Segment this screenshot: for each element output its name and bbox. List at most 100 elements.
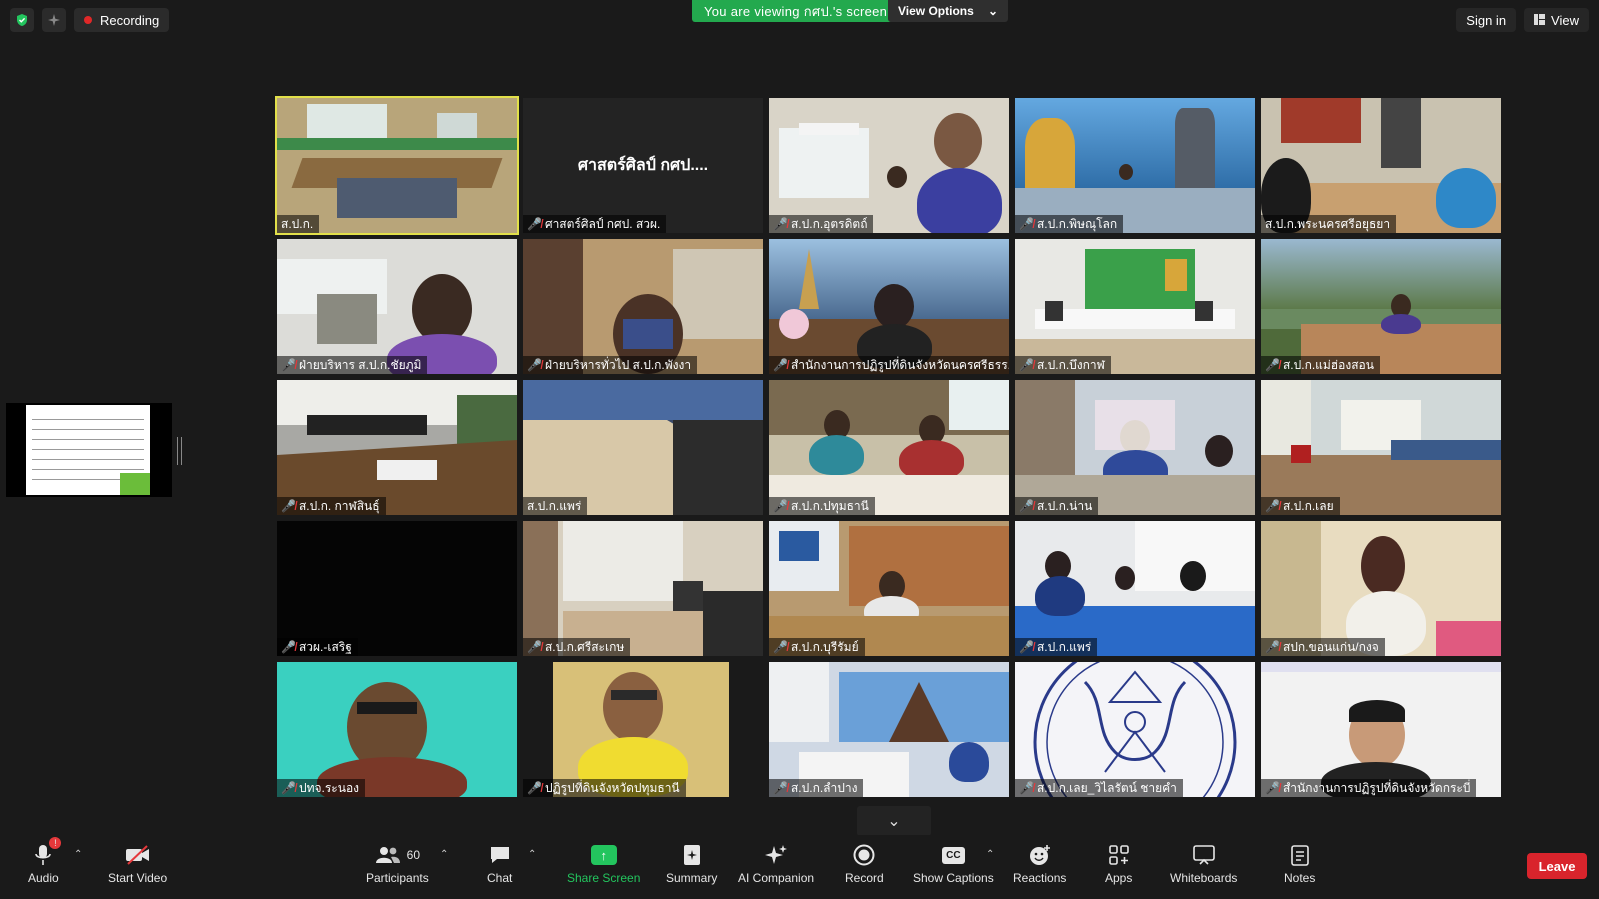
video-tile[interactable]: 🎤̸ ส.ป.ก.เลย [1261,380,1501,515]
participant-name-tag: 🎤̸ ส.ป.ก.ลำปาง [769,779,864,797]
summary-button[interactable]: Summary [666,841,717,885]
participant-name-tag: ส.ป.ก.แพร่ [523,497,588,515]
participant-name-tag: 🎤̸ ส.ป.ก.ปทุมธานี [769,497,875,515]
video-tile[interactable]: 🎤̸ ส.ป.ก.ศรีสะเกษ [523,521,763,656]
participant-name: ส.ป.ก.ศรีสะเกษ [544,639,625,654]
participant-name-tag: 🎤̸ ส.ป.ก.แพร่ [1015,638,1098,656]
participant-name: ส.ป.ก.พิษณุโลก [1036,216,1118,231]
video-tile[interactable]: 🎤̸ สำนักงานการปฏิรูปที่ดินจังหวัดนครศรีธ… [769,239,1009,374]
whiteboards-button[interactable]: Whiteboards [1170,841,1237,885]
participant-name-tag: 🎤̸ สปก.ขอนแก่น/กงจ [1261,638,1385,656]
record-label: Record [845,871,884,885]
ai-companion-label: AI Companion [738,871,815,885]
video-tile[interactable]: 🎤̸ ส.ป.ก.ลำปาง [769,662,1009,797]
video-tile[interactable]: 🎤̸ ส.ป.ก.บุรีรัมย์ [769,521,1009,656]
video-off-icon [125,841,151,869]
video-tile[interactable]: ศาสตร์ศิลป์ กศป.... 🎤̸ ศาสตร์ศิลป์ กศป. … [523,98,763,233]
scroll-down-button[interactable]: ⌄ [857,806,931,836]
shared-document-preview [26,405,150,495]
reactions-label: Reactions [1013,871,1067,885]
viewing-screen-banner: You are viewing กศป.'s screen [692,0,900,22]
resize-handle[interactable] [177,437,182,465]
video-tile[interactable]: 🎤̸ ส.ป.ก.อุตรดิตถ์ [769,98,1009,233]
participants-button[interactable]: 60 Participants [366,841,429,885]
participant-name: ส.ป.ก.แม่ฮ่องสอน [1282,357,1374,372]
mic-muted-icon: 🎤̸ [773,217,788,231]
apps-button[interactable]: Apps [1105,841,1132,885]
video-tile[interactable]: 🎤̸ ส.ป.ก. กาฬสินธุ์ [277,380,517,515]
participant-name-tag: 🎤̸ สวผ.-เสริฐ [277,638,358,656]
leave-button[interactable]: Leave [1527,853,1587,879]
participant-name-tag: 🎤̸ ส.ป.ก.แม่ฮ่องสอน [1261,356,1380,374]
view-button[interactable]: View [1524,8,1589,32]
chat-caret-icon[interactable]: ⌃ [528,849,536,860]
ai-companion-button[interactable]: AI Companion [738,841,814,885]
participant-name: ส.ป.ก.บุรีรัมย์ [790,639,859,654]
participant-name-tag: 🎤̸ ส.ป.ก.อุตรดิตถ์ [769,215,874,233]
video-tile[interactable]: ส.ป.ก.แพร่ [523,380,763,515]
reactions-button[interactable]: Reactions [1013,841,1066,885]
video-tile[interactable]: 🎤̸ ส.ป.ก.ปทุมธานี [769,380,1009,515]
shared-screen-thumbnail[interactable] [6,403,172,497]
participant-name-tag: ส.ป.ก.พระนครศรีอยุธยา [1261,215,1397,233]
captions-caret-icon[interactable]: ⌃ [986,849,994,860]
participant-name-tag: 🎤̸ สำนักงานการปฏิรูปที่ดินจังหวัดกระบี่ [1261,779,1477,797]
mic-muted-icon: 🎤̸ [1265,781,1280,795]
participant-name-tag: 🎤̸ ฝ่ายบริหารทั่วไป ส.ป.ก.พังงา [523,356,698,374]
video-tile[interactable]: 🎤̸ ปทจ.ระนอง [277,662,517,797]
show-captions-button[interactable]: CC Show Captions [913,841,994,885]
video-tile[interactable]: 🎤̸ ส.ป.ก.บึงกาฬ [1015,239,1255,374]
security-shield-icon[interactable] [10,8,34,32]
video-tile[interactable]: 🎤̸ ส.ป.ก.แม่ฮ่องสอน [1261,239,1501,374]
view-options-label: View Options [898,4,974,18]
video-tile[interactable]: 🎤̸ ปฏิรูปที่ดินจังหวัดปทุมธานี [523,662,763,797]
grid-view-icon [1534,13,1546,28]
participant-name: ฝ่ายบริหารทั่วไป ส.ป.ก.พังงา [544,357,692,372]
video-tile[interactable]: 🎤̸ ฝ่ายบริหาร ส.ป.ก.ชัยภูมิ [277,239,517,374]
video-tile[interactable]: 🎤̸ ส.ป.ก.น่าน [1015,380,1255,515]
view-options-button[interactable]: View Options ⌄ [888,0,1008,22]
notes-button[interactable]: Notes [1284,841,1315,885]
mic-muted-icon: 🎤̸ [527,640,542,654]
mic-muted-icon: 🎤̸ [773,358,788,372]
video-tile[interactable]: 🎤̸ สปก.ขอนแก่น/กงจ [1261,521,1501,656]
participants-count: 60 [406,848,421,862]
video-tile[interactable]: 🎤̸ สวผ.-เสริฐ [277,521,517,656]
summary-label: Summary [666,871,718,885]
participant-name: ปฏิรูปที่ดินจังหวัดปทุมธานี [544,780,680,795]
chevron-down-icon: ⌄ [987,4,998,18]
participant-name-tag: 🎤̸ สำนักงานการปฏิรูปที่ดินจังหวัดนครศรีธ… [769,356,1009,374]
notes-icon [1290,841,1309,869]
participant-name: สปก.ขอนแก่น/กงจ [1282,639,1379,654]
share-screen-label: Share Screen [567,871,641,885]
participant-name-tag: 🎤̸ ส.ป.ก.เลย_วิไลรัตน์ ชายคำ [1015,779,1183,797]
video-tile[interactable]: 🎤̸ ส.ป.ก.เลย_วิไลรัตน์ ชายคำ [1015,662,1255,797]
participants-icon: 60 [375,841,420,869]
notes-label: Notes [1284,871,1316,885]
share-screen-button[interactable]: ↑ Share Screen [567,841,640,885]
participant-display-name: ศาสตร์ศิลป์ กศป.... [577,157,709,174]
chat-button[interactable]: Chat [487,841,512,885]
start-video-button[interactable]: Start Video [108,841,167,885]
recording-indicator[interactable]: Recording [74,8,170,32]
sparkle-icon[interactable] [42,8,66,32]
video-tile[interactable]: ส.ป.ก.พระนครศรีอยุธยา [1261,98,1501,233]
record-button[interactable]: Record [845,841,884,885]
video-tile[interactable]: 🎤̸ ส.ป.ก.พิษณุโลก [1015,98,1255,233]
mic-muted-icon: 🎤̸ [1265,499,1280,513]
participants-caret-icon[interactable]: ⌃ [440,849,448,860]
participant-name: ส.ป.ก.เลย_วิไลรัตน์ ชายคำ [1036,780,1177,795]
sign-in-button[interactable]: Sign in [1456,8,1517,32]
top-left-controls: Recording [10,8,170,32]
video-tile[interactable]: ส.ป.ก. [275,96,519,235]
audio-button[interactable]: ! Audio [28,837,62,885]
audio-options-caret-icon[interactable]: ⌃ [74,849,82,860]
participant-name-tag: 🎤̸ ส.ป.ก.บุรีรัมย์ [769,638,865,656]
mic-muted-icon: 🎤̸ [527,217,542,231]
mic-muted-icon: 🎤̸ [773,781,788,795]
mic-muted-icon: 🎤̸ [1019,499,1034,513]
video-tile[interactable]: 🎤̸ ส.ป.ก.แพร่ [1015,521,1255,656]
mic-muted-icon: 🎤̸ [281,499,296,513]
video-tile[interactable]: 🎤̸ ฝ่ายบริหารทั่วไป ส.ป.ก.พังงา [523,239,763,374]
video-tile[interactable]: 🎤̸ สำนักงานการปฏิรูปที่ดินจังหวัดกระบี่ [1261,662,1501,797]
